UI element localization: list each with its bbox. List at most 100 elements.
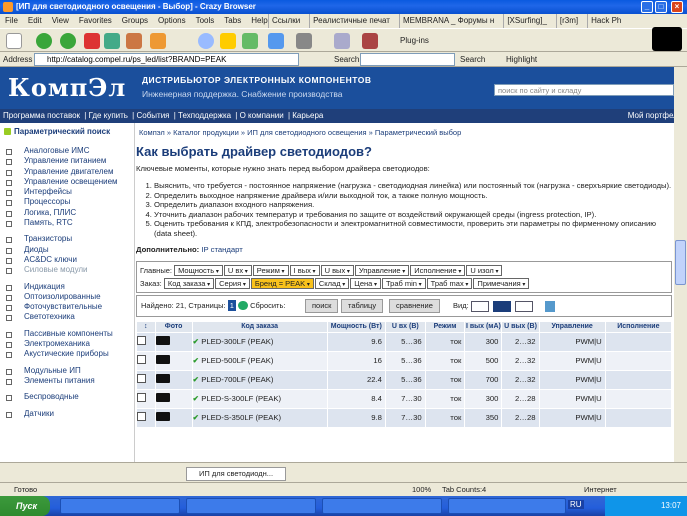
favorites-star-icon[interactable] xyxy=(220,33,236,49)
maximize-button[interactable]: □ xyxy=(655,1,667,13)
nav-support[interactable]: Техподдержка xyxy=(178,111,231,120)
filter-select[interactable]: Управление xyxy=(354,264,410,276)
sidebar-item[interactable]: Пассивные компоненты xyxy=(0,329,134,339)
filter-select[interactable]: I вых xyxy=(289,264,320,276)
sidebar-item[interactable]: Процессоры xyxy=(0,197,134,207)
product-photo[interactable] xyxy=(155,374,170,384)
filter-select[interactable]: Серия xyxy=(215,277,250,289)
site-search-input[interactable]: поиск по сайту и складу xyxy=(494,84,674,96)
menu-file[interactable]: File xyxy=(5,16,18,25)
product-photo[interactable] xyxy=(155,393,170,403)
sidebar-item[interactable]: Фоточувствительные xyxy=(0,302,134,312)
minimize-button[interactable]: _ xyxy=(641,1,653,13)
sidebar-item[interactable]: Диоды xyxy=(0,245,134,255)
col-header[interactable]: Управление xyxy=(538,320,606,333)
filter-select[interactable]: U вых xyxy=(320,264,354,276)
sidebar-item[interactable]: Транзисторы xyxy=(0,234,134,244)
nav-program[interactable]: Программа поставок xyxy=(3,111,80,120)
sidebar-item[interactable]: Аналоговые ИМС xyxy=(0,146,134,156)
col-header[interactable]: U вх (В) xyxy=(384,320,426,333)
product-photo[interactable] xyxy=(155,355,170,365)
row-checkbox[interactable] xyxy=(136,336,146,346)
product-photo[interactable] xyxy=(155,412,170,422)
new-page-icon[interactable] xyxy=(6,33,22,49)
page-number[interactable]: 1 xyxy=(227,299,236,311)
brand-filter-select[interactable]: Бренд = PEAK xyxy=(250,277,314,289)
export-icon[interactable] xyxy=(545,300,555,312)
ip-standard-link[interactable]: IP стандарт xyxy=(201,245,242,254)
col-header[interactable]: Мощность (Вт) xyxy=(326,320,386,333)
filter-select[interactable]: U вх xyxy=(223,264,252,276)
sidebar-item[interactable]: Управление освещением xyxy=(0,177,134,187)
link-tab[interactable]: MEMBRANA _ Форумы н xyxy=(398,14,497,28)
url-input[interactable] xyxy=(34,53,299,66)
view-list-icon[interactable] xyxy=(471,300,489,312)
compare-button[interactable]: сравнение xyxy=(389,298,440,313)
start-button[interactable]: Пуск xyxy=(0,496,50,516)
stop-icon[interactable] xyxy=(84,33,100,49)
table-row[interactable]: ✔ PLED-S-350LF (PEAK) 9.8 7…30 ток 350 2… xyxy=(136,408,673,428)
select-all-header[interactable]: ↕ xyxy=(136,320,156,333)
row-checkbox[interactable] xyxy=(136,355,146,365)
menu-tools[interactable]: Tools xyxy=(196,16,215,25)
menu-groups[interactable]: Groups xyxy=(122,16,148,25)
home-icon[interactable] xyxy=(126,33,142,49)
filter-select[interactable]: Код заказа xyxy=(163,277,215,289)
filter-select[interactable]: Исполнение xyxy=(410,264,466,276)
refresh-icon[interactable] xyxy=(104,33,120,49)
sidebar-item[interactable]: Беспроводные xyxy=(0,392,134,402)
col-header[interactable]: U вых (В) xyxy=(501,320,540,333)
sidebar-item[interactable]: Индикация xyxy=(0,282,134,292)
sidebar-item[interactable]: AC&DC ключи xyxy=(0,255,134,265)
browser-tab[interactable]: ИП для светодиодн... xyxy=(186,467,286,481)
sidebar-item[interactable]: Датчики xyxy=(0,409,134,419)
sidebar-item[interactable]: Оптоизолированные xyxy=(0,292,134,302)
view-table-icon[interactable] xyxy=(493,300,511,312)
col-header[interactable]: Режим xyxy=(424,320,466,333)
row-checkbox[interactable] xyxy=(136,374,146,384)
filter-select[interactable]: Примечания xyxy=(473,277,530,289)
order-code[interactable]: PLED-300LF (PEAK) xyxy=(201,337,273,346)
product-photo[interactable] xyxy=(155,336,170,346)
link-tab[interactable]: Ссылки xyxy=(268,14,303,28)
search-button[interactable]: поиск xyxy=(305,298,339,313)
link-tab[interactable]: [r3m] xyxy=(555,14,581,28)
link-tab[interactable]: Hack Ph xyxy=(587,14,624,28)
sidebar-heading[interactable]: Параметрический поиск xyxy=(0,123,134,140)
menu-edit[interactable]: Edit xyxy=(28,16,42,25)
print-icon[interactable] xyxy=(296,33,312,49)
breadcrumb[interactable]: Компэл » Каталог продукции » ИП для свет… xyxy=(139,128,674,137)
sidebar-item[interactable]: Память, RTC xyxy=(0,218,134,228)
table-row[interactable]: ✔ PLED-500LF (PEAK) 16 5…36 ток 500 2…32… xyxy=(136,351,673,371)
filter-select[interactable]: Траб max xyxy=(426,277,473,289)
options-icon[interactable] xyxy=(362,33,378,49)
language-indicator[interactable]: RU xyxy=(568,500,584,509)
reset-icon[interactable] xyxy=(237,301,248,311)
taskbar-button[interactable] xyxy=(60,498,180,514)
nav-events[interactable]: События xyxy=(136,111,169,120)
menu-view[interactable]: View xyxy=(52,16,69,25)
table-row[interactable]: ✔ PLED-300LF (PEAK) 9.6 5…36 ток 300 2…3… xyxy=(136,332,673,352)
table-row[interactable]: ✔ PLED-700LF (PEAK) 22.4 5…36 ток 700 2…… xyxy=(136,370,673,390)
col-header[interactable]: Код заказа xyxy=(191,320,328,333)
sidebar-item[interactable]: Управление двигателем xyxy=(0,167,134,177)
col-header[interactable]: Исполнение xyxy=(604,320,673,333)
sidebar-item[interactable]: Акустические приборы xyxy=(0,349,134,359)
back-icon[interactable] xyxy=(36,33,52,49)
link-tab[interactable]: [XSurfing]_ xyxy=(503,14,550,28)
table-button[interactable]: таблицу xyxy=(341,298,384,313)
col-header[interactable]: I вых (мА) xyxy=(464,320,503,333)
order-code[interactable]: PLED-S-350LF (PEAK) xyxy=(201,413,281,422)
plugins-label[interactable]: Plug-ins xyxy=(400,36,429,45)
menu-options[interactable]: Options xyxy=(158,16,186,25)
sidebar-item[interactable]: Светотехника xyxy=(0,312,134,322)
filter-select[interactable]: Склад xyxy=(314,277,350,289)
order-code[interactable]: PLED-S-300LF (PEAK) xyxy=(201,394,281,403)
sidebar-item[interactable]: Управление питанием xyxy=(0,156,134,166)
sidebar-item[interactable]: Интерфейсы xyxy=(0,187,134,197)
highlight-button[interactable]: Highlight xyxy=(506,52,537,67)
compel-logo[interactable]: КомпЭл xyxy=(8,73,126,102)
filter-select[interactable]: Режим xyxy=(252,264,289,276)
sidebar-item[interactable]: Электромеханика xyxy=(0,339,134,349)
zoom-level[interactable]: 100% xyxy=(412,483,431,496)
